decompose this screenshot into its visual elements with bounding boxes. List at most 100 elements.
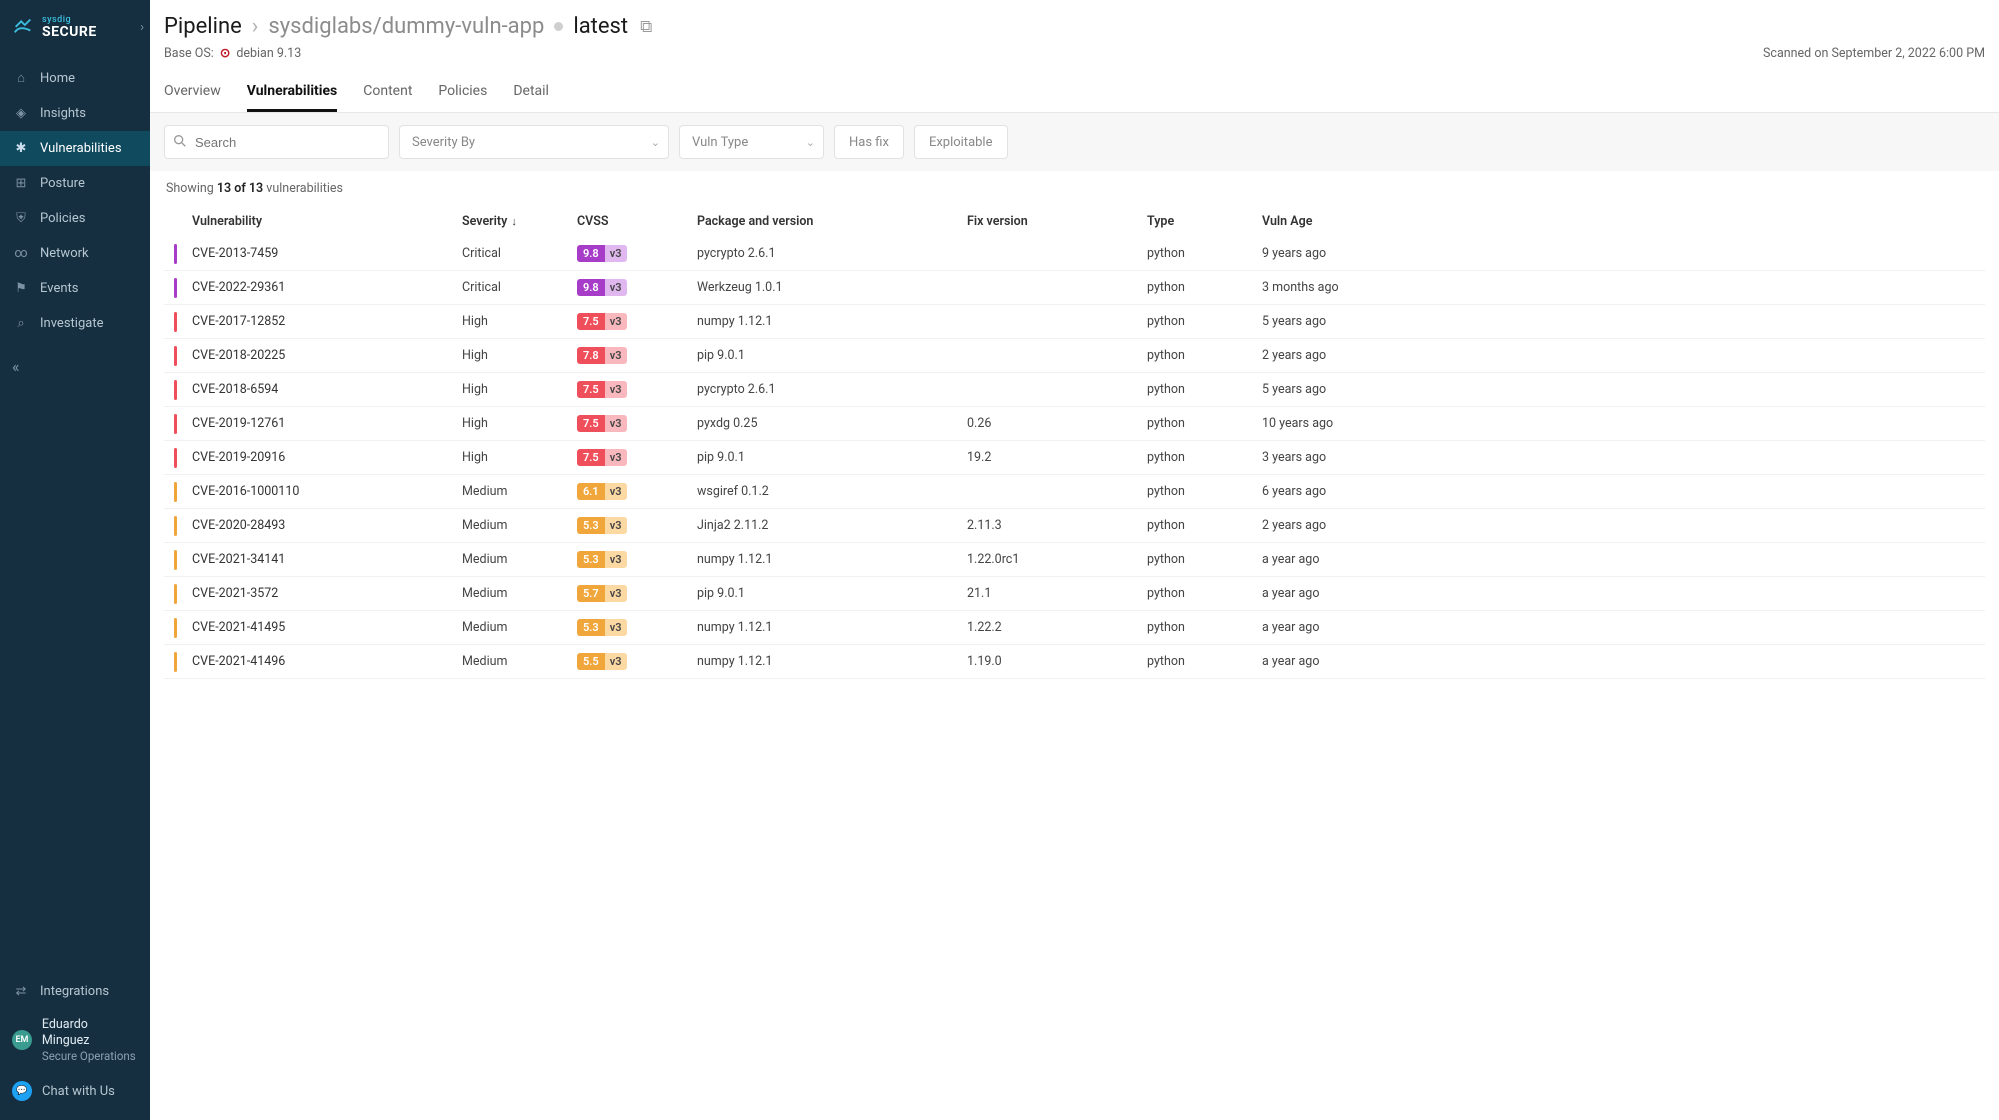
sidebar-item-network[interactable]: ∞ Network — [0, 236, 150, 271]
severity-filter-dropdown[interactable]: Severity By ⌄ — [399, 125, 669, 159]
nav-icon: ✱ — [12, 141, 30, 156]
vulntype-filter-dropdown[interactable]: Vuln Type ⌄ — [679, 125, 824, 159]
fix-version: 0.26 — [967, 416, 1147, 431]
cve-id: CVE-2018-20225 — [192, 348, 462, 363]
cvss-badge: 5.7v3 — [577, 585, 627, 602]
sidebar-item-insights[interactable]: ◈Insights — [0, 96, 150, 131]
debian-icon: ⊙ — [220, 45, 230, 61]
nav-icon: ⛨ — [12, 211, 30, 226]
vuln-type: python — [1147, 552, 1262, 567]
table-row[interactable]: CVE-2019-20916High7.5v3pip 9.0.119.2pyth… — [164, 441, 1985, 475]
search-icon — [172, 133, 188, 153]
breadcrumb-root[interactable]: Pipeline — [164, 14, 242, 39]
breadcrumb-repo[interactable]: sysdiglabs/dummy-vuln-app — [268, 14, 544, 39]
sidebar-item-investigate[interactable]: ⌕Investigate — [0, 306, 150, 341]
sidebar-label: Integrations — [40, 984, 109, 999]
baseos-value: debian 9.13 — [236, 46, 301, 61]
package-version: numpy 1.12.1 — [697, 620, 967, 635]
sidebar-item-label: Network — [40, 246, 89, 261]
package-version: pyxdg 0.25 — [697, 416, 967, 431]
collapse-sidebar-button[interactable]: « — [0, 347, 150, 386]
fix-version: 19.2 — [967, 450, 1147, 465]
package-version: Werkzeug 1.0.1 — [697, 280, 967, 295]
table-row[interactable]: CVE-2016-1000110Medium6.1v3wsgiref 0.1.2… — [164, 475, 1985, 509]
sidebar-user[interactable]: EM Eduardo Minguez Secure Operations — [0, 1008, 150, 1072]
table-row[interactable]: CVE-2017-12852High7.5v3numpy 1.12.1pytho… — [164, 305, 1985, 339]
table-row[interactable]: CVE-2018-20225High7.8v3pip 9.0.1python2 … — [164, 339, 1985, 373]
copy-icon[interactable]: ⧉ — [640, 17, 652, 37]
tab-detail[interactable]: Detail — [513, 73, 549, 112]
package-version: pycrypto 2.6.1 — [697, 382, 967, 397]
table-row[interactable]: CVE-2021-41495Medium5.3v3numpy 1.12.11.2… — [164, 611, 1985, 645]
severity-indicator — [174, 550, 177, 570]
table-row[interactable]: CVE-2020-28493Medium5.3v3Jinja2 2.11.22.… — [164, 509, 1985, 543]
main: Pipeline › sysdiglabs/dummy-vuln-app lat… — [150, 0, 1999, 1120]
table-row[interactable]: CVE-2019-12761High7.5v3pyxdg 0.250.26pyt… — [164, 407, 1985, 441]
search-input[interactable] — [164, 125, 389, 159]
vuln-type: python — [1147, 416, 1262, 431]
vuln-age: 5 years ago — [1262, 382, 1362, 397]
fix-version: 21.1 — [967, 586, 1147, 601]
brand-main: SECURE — [42, 25, 97, 39]
table-row[interactable]: CVE-2021-3572Medium5.7v3pip 9.0.121.1pyt… — [164, 577, 1985, 611]
fix-version: 1.22.0rc1 — [967, 552, 1147, 567]
sidebar: sysdig SECURE › ⌂Home◈Insights✱Vulnerabi… — [0, 0, 150, 1120]
vuln-age: a year ago — [1262, 586, 1362, 601]
chevron-right-icon[interactable]: › — [140, 20, 144, 35]
exploitable-filter-button[interactable]: Exploitable — [914, 125, 1008, 159]
col-fix[interactable]: Fix version — [967, 214, 1147, 229]
vuln-type: python — [1147, 620, 1262, 635]
tab-overview[interactable]: Overview — [164, 73, 221, 112]
table-row[interactable]: CVE-2013-7459Critical9.8v3pycrypto 2.6.1… — [164, 237, 1985, 271]
vuln-type: python — [1147, 280, 1262, 295]
cve-id: CVE-2021-41496 — [192, 654, 462, 669]
chat-icon: 💬 — [12, 1081, 32, 1101]
package-version: wsgiref 0.1.2 — [697, 484, 967, 499]
hasfix-filter-button[interactable]: Has fix — [834, 125, 904, 159]
breadcrumb-sep: › — [252, 14, 259, 39]
col-age[interactable]: Vuln Age — [1262, 214, 1362, 229]
col-vuln[interactable]: Vulnerability — [192, 214, 462, 229]
vuln-type: python — [1147, 654, 1262, 669]
sidebar-item-posture[interactable]: ⊞Posture — [0, 166, 150, 201]
col-type[interactable]: Type — [1147, 214, 1262, 229]
col-cvss[interactable]: CVSS — [577, 214, 697, 229]
vuln-age: 5 years ago — [1262, 314, 1362, 329]
fix-version: 2.11.3 — [967, 518, 1147, 533]
sidebar-item-label: Insights — [40, 106, 86, 121]
user-avatar: EM — [12, 1030, 32, 1050]
col-package[interactable]: Package and version — [697, 214, 967, 229]
brand[interactable]: sysdig SECURE › — [0, 0, 150, 54]
severity-text: High — [462, 382, 577, 397]
package-version: numpy 1.12.1 — [697, 552, 967, 567]
table-row[interactable]: CVE-2022-29361Critical9.8v3Werkzeug 1.0.… — [164, 271, 1985, 305]
sidebar-item-label: Events — [40, 281, 78, 296]
severity-text: High — [462, 314, 577, 329]
table-row[interactable]: CVE-2018-6594High7.5v3pycrypto 2.6.1pyth… — [164, 373, 1985, 407]
sidebar-chat[interactable]: 💬 Chat with Us — [0, 1072, 150, 1110]
sidebar-item-events[interactable]: ⚑Events — [0, 271, 150, 306]
vuln-age: 6 years ago — [1262, 484, 1362, 499]
severity-text: Medium — [462, 620, 577, 635]
severity-text: Critical — [462, 280, 577, 295]
table-row[interactable]: CVE-2021-41496Medium5.5v3numpy 1.12.11.1… — [164, 645, 1985, 679]
vuln-type: python — [1147, 314, 1262, 329]
nav-icon: ∞ — [12, 246, 30, 261]
sidebar-item-policies[interactable]: ⛨Policies — [0, 201, 150, 236]
cve-id: CVE-2019-12761 — [192, 416, 462, 431]
nav-icon: ⌕ — [12, 316, 30, 331]
sidebar-item-integrations[interactable]: ⇄ Integrations — [0, 975, 150, 1008]
severity-indicator — [174, 312, 177, 332]
vuln-age: a year ago — [1262, 620, 1362, 635]
tab-content[interactable]: Content — [363, 73, 412, 112]
fix-version: 1.22.2 — [967, 620, 1147, 635]
tab-policies[interactable]: Policies — [438, 73, 487, 112]
sidebar-item-vulnerabilities[interactable]: ✱Vulnerabilities — [0, 131, 150, 166]
cvss-badge: 5.3v3 — [577, 619, 627, 636]
package-version: pycrypto 2.6.1 — [697, 246, 967, 261]
tab-vulnerabilities[interactable]: Vulnerabilities — [247, 73, 338, 112]
sidebar-item-home[interactable]: ⌂Home — [0, 60, 150, 96]
cve-id: CVE-2021-34141 — [192, 552, 462, 567]
table-row[interactable]: CVE-2021-34141Medium5.3v3numpy 1.12.11.2… — [164, 543, 1985, 577]
col-severity[interactable]: Severity↓ — [462, 214, 577, 229]
